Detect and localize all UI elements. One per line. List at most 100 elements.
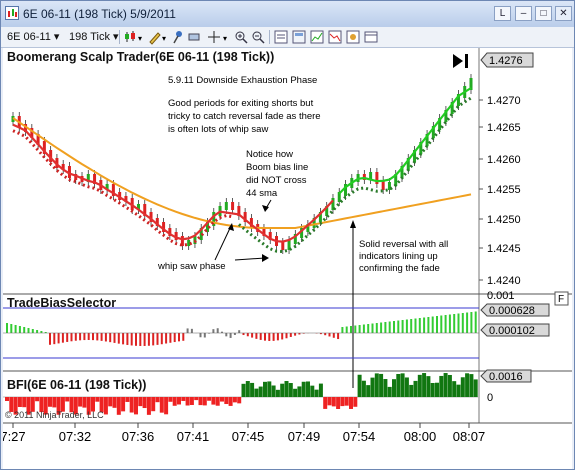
bfi-bar [327, 397, 332, 406]
note-line1: Good periods for exiting shorts but [168, 98, 314, 109]
bfi-bar [465, 373, 470, 397]
bfi-bar [280, 383, 285, 397]
copyright: © 2011 NinjaTrader, LLC [5, 410, 104, 420]
toolbar-separator [269, 30, 270, 44]
chart-window: 6E 06-11 (198 Tick) 5/9/2011 L – □ ✕ 6E … [0, 0, 575, 470]
time-tick-label: 07:32 [59, 429, 92, 444]
chart-toolbar: 6E 06-11 ▾ 198 Tick ▾ ▾ ▾ ▾ [1, 27, 574, 48]
minimize-button[interactable]: – [515, 6, 532, 21]
title-bar[interactable]: 6E 06-11 (198 Tick) 5/9/2011 L – □ ✕ [1, 1, 574, 27]
bfi-bar [340, 397, 345, 407]
note-line2: tricky to catch reversal fade as there [168, 111, 321, 122]
f-badge[interactable]: F [554, 291, 569, 306]
time-tick-label: 7:27 [3, 429, 26, 444]
bfi-bar [134, 397, 138, 415]
bfi-bar [17, 397, 22, 407]
time-axis: 7:27 07:32 07:36 07:41 07:45 07:49 07:54 08:00 0… [0, 423, 485, 444]
note-rev3: confirming the fade [359, 263, 440, 274]
bfi-bar [263, 381, 267, 397]
maximize-button[interactable]: □ [535, 6, 552, 21]
bfi-bar [353, 397, 358, 407]
templates-icon[interactable] [363, 29, 379, 45]
time-tick-label: 07:54 [343, 429, 376, 444]
note-rev1: Solid reversal with all [359, 239, 448, 250]
data-box-icon[interactable] [291, 29, 307, 45]
bfi-bar [146, 397, 151, 415]
bfi-bar [404, 377, 409, 397]
bfi-bar [103, 397, 108, 415]
bfi-bar [318, 383, 323, 397]
bfi-bar [159, 397, 164, 413]
bfi-bar [456, 384, 461, 397]
chart-canvas[interactable]: Boomerang Scalp Trader(6E 06-11 (198 Tic… [0, 48, 572, 469]
bfi-bar [194, 397, 199, 401]
pencil-draw-icon[interactable]: ▾ [147, 29, 169, 45]
bfi-bar [245, 381, 250, 397]
bfi-bar [357, 374, 362, 397]
instrument-label: 6E 06-11 [7, 31, 51, 43]
bfi-bar [185, 397, 190, 406]
bfi-bar [323, 397, 328, 409]
bfi-bar [409, 384, 414, 397]
close-button[interactable]: ✕ [555, 6, 572, 21]
properties-icon[interactable] [273, 29, 289, 45]
bfi-bar [400, 373, 405, 397]
period-label: 198 Tick [69, 31, 110, 43]
bfi-bar [177, 397, 181, 405]
bfi-bar [138, 397, 143, 407]
time-tick-label: 08:00 [404, 429, 437, 444]
bfi-bar [5, 397, 9, 401]
bfi-bar [207, 397, 212, 401]
time-tick-label: 07:45 [232, 429, 265, 444]
pin-icon[interactable] [171, 29, 185, 45]
bfi-bar [439, 375, 444, 397]
crosshair-icon[interactable]: ▾ [206, 29, 232, 45]
bfi-bar [241, 383, 246, 397]
bfi-bar [220, 397, 224, 402]
bfi-value: 0.0016 [489, 371, 523, 383]
bfi-bar [164, 397, 169, 415]
link-button[interactable]: L [494, 6, 511, 21]
chart-app-icon [5, 6, 19, 20]
bfi-bar [95, 397, 100, 402]
zoom-in-icon[interactable] [234, 29, 248, 45]
bfi-bar [301, 381, 306, 397]
bfi-bar [293, 388, 298, 397]
indicators-icon[interactable] [309, 29, 325, 45]
instrument-selector[interactable]: 6E 06-11 ▾ [7, 29, 59, 45]
bfi-bar [284, 381, 289, 397]
strategies-icon[interactable] [327, 29, 343, 45]
bfi-bar [370, 377, 375, 397]
bfi-bar [426, 376, 431, 397]
eraser-icon[interactable] [187, 29, 201, 45]
period-selector[interactable]: 198 Tick ▾ [69, 29, 119, 45]
bfi-bar [254, 388, 259, 397]
note-boom2: Boom bias line [246, 162, 308, 173]
zoom-out-icon[interactable] [251, 29, 265, 45]
price-panel-title: Boomerang Scalp Trader(6E 06-11 (198 Tic… [7, 50, 274, 64]
svg-text:▾: ▾ [162, 34, 166, 43]
bfi-bar [379, 373, 384, 397]
bfi-bar [215, 397, 220, 406]
bar-type-icon[interactable]: ▾ [123, 29, 145, 45]
bfi-bar [198, 397, 203, 406]
price-tick-label: 1.4250 [487, 214, 521, 226]
bfi-bar [121, 397, 126, 412]
bias-value-a-tag: 0.000628 [480, 303, 550, 317]
bfi-bar [202, 397, 207, 406]
toolbar-separator [119, 30, 120, 44]
chart-svg: Boomerang Scalp Trader(6E 06-11 (198 Tic… [0, 48, 572, 444]
last-price-label: 1.4276 [489, 55, 523, 67]
bfi-bar [237, 397, 242, 404]
bfi-bar [314, 389, 319, 397]
bfi-bar [125, 397, 130, 402]
bfi-bar [142, 397, 147, 409]
note-boom4: 44 sma [246, 188, 278, 199]
price-tick-label: 1.4265 [487, 122, 521, 134]
window-title: 6E 06-11 (198 Tick) 5/9/2011 [23, 7, 176, 21]
svg-text:▾: ▾ [223, 34, 227, 43]
bias-histogram [3, 311, 479, 346]
share-icon[interactable] [345, 29, 361, 45]
note-boom3: did NOT cross [246, 175, 307, 186]
bfi-bar [267, 381, 272, 397]
